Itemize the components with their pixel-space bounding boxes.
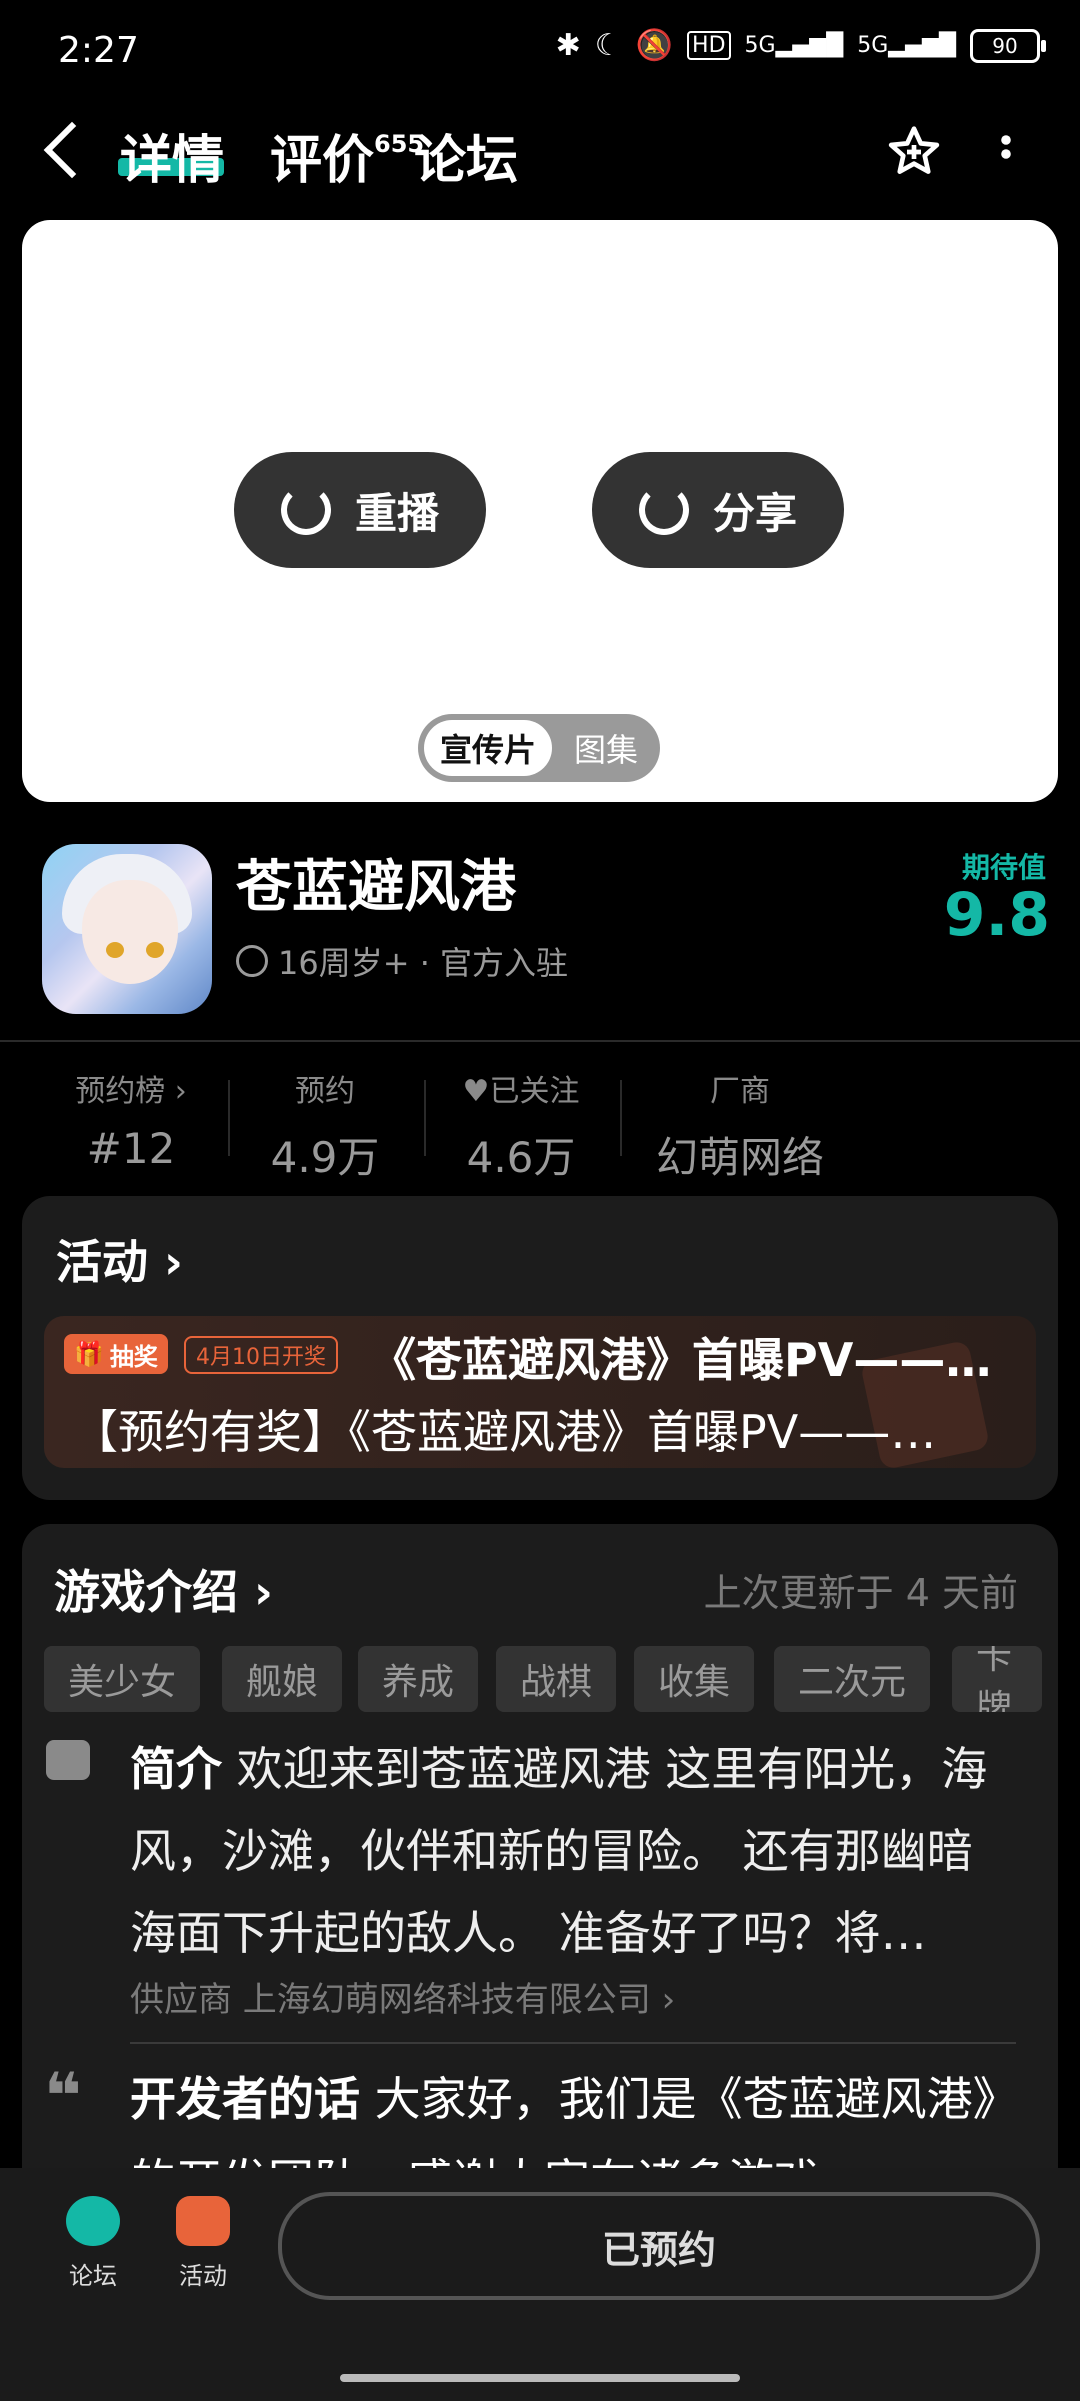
moon-icon: ☾ [594, 28, 622, 63]
activity-nav-button[interactable]: 活动 [158, 2196, 248, 2291]
status-time: 2:27 [58, 30, 139, 71]
stat-label: ♥已关注 [426, 1066, 616, 1110]
summary-label: 简介 [130, 1742, 222, 1796]
summary-body: 欢迎来到苍蓝避风港 这里有阳光，海风，沙滩，伙伴和新的冒险。 还有那幽暗海面下升… [130, 1742, 988, 1960]
favorite-star-icon[interactable] [886, 124, 942, 184]
tag[interactable]: 战棋 [496, 1646, 617, 1712]
supplier-link[interactable]: 供应商 上海幻萌网络科技有限公司 › [130, 1972, 675, 2021]
stat-label: 预约 [295, 1074, 355, 1109]
game-meta: 16周岁+ · 官方入驻 [236, 938, 568, 984]
divider [620, 1080, 622, 1156]
stat-followers: ♥已关注 4.6万 [426, 1066, 616, 1185]
media-segment-control: 宣传片 图集 [418, 714, 660, 782]
quote-icon: ❝ [44, 2060, 82, 2134]
tag[interactable]: 收集 [634, 1646, 755, 1712]
status-icons: ✱ ☾ 🔕 HD 5G▂▄▆█ 5G▂▄▆█ 90 [555, 28, 1046, 63]
divider [0, 1040, 1080, 1042]
segment-trailer[interactable]: 宣传片 [424, 720, 552, 776]
divider [130, 2042, 1016, 2044]
tag[interactable]: 二次元 [774, 1646, 931, 1712]
developer-notes[interactable]: 开发者的话 大家好，我们是《苍蓝避风港》的开发团队，感谢大家在诸多游戏 [130, 2058, 1010, 2168]
gift-icon: 🎁 [74, 1340, 104, 1368]
lottery-badge: 🎁 抽奖 [64, 1334, 168, 1374]
last-updated: 上次更新于 4 天前 [703, 1571, 1018, 1615]
intro-title[interactable]: 游戏介绍 › [54, 1556, 273, 1622]
expectation-score: 9.8 [943, 880, 1050, 950]
game-app-icon [42, 844, 212, 1014]
replay-icon [280, 485, 331, 535]
lottery-badge-label: 抽奖 [109, 1342, 158, 1371]
intro-icon [46, 1740, 90, 1780]
mute-icon: 🔕 [635, 28, 674, 63]
signal-5g-icon: 5G▂▄▆█ [744, 33, 844, 58]
back-icon[interactable] [43, 121, 101, 179]
more-icon[interactable] [998, 134, 1014, 178]
stat-value: 4.9万 [270, 1133, 380, 1182]
game-title: 苍蓝避风港 [236, 855, 516, 920]
stat-value: #12 [86, 1124, 176, 1173]
verified-icon [236, 945, 268, 977]
replay-button[interactable]: 重播 [234, 452, 486, 568]
home-indicator[interactable] [340, 2374, 740, 2382]
stat-reservations: 预约 4.9万 [230, 1066, 420, 1185]
activity-nav-label: 活动 [179, 2262, 227, 2290]
segment-gallery[interactable]: 图集 [552, 725, 660, 771]
forum-nav-label: 论坛 [69, 2262, 117, 2290]
tab-reviews[interactable]: 评价655 [270, 118, 424, 193]
summary-text[interactable]: 简介 欢迎来到苍蓝避风港 这里有阳光，海风，沙滩，伙伴和新的冒险。 还有那幽暗海… [130, 1728, 1010, 1974]
share-icon [638, 485, 689, 535]
reserved-button[interactable]: 已预约 [278, 2192, 1040, 2300]
event-subtitle: 【预约有奖】《苍蓝避风港》首曝PV——… [72, 1405, 937, 1459]
share-label: 分享 [712, 488, 797, 538]
tab-forum[interactable]: 论坛 [414, 118, 518, 193]
stat-label: 厂商 [710, 1074, 770, 1109]
stat-label: 预约榜 › [75, 1074, 187, 1109]
tab-reviews-label: 评价 [270, 131, 375, 191]
replay-label: 重播 [354, 488, 439, 538]
stat-value: 幻萌网络 [655, 1133, 824, 1182]
draw-date-badge: 4月10日开奖 [184, 1336, 338, 1374]
activity-title[interactable]: 活动 › [56, 1226, 183, 1292]
stat-publisher[interactable]: 厂商 幻萌网络 [640, 1066, 840, 1185]
game-meta-text: 16周岁+ · 官方入驻 [278, 944, 569, 982]
forum-nav-button[interactable]: 论坛 [48, 2196, 138, 2291]
heart-icon: ♥ [462, 1074, 490, 1109]
hd-icon: HD [687, 31, 731, 60]
bluetooth-icon: ✱ [555, 28, 581, 63]
tag[interactable]: 舰娘 [222, 1646, 343, 1712]
event-title: 《苍蓝避风港》首曝PV——… [370, 1333, 992, 1387]
stat-label-text: 已关注 [489, 1074, 580, 1109]
forum-icon [66, 2196, 120, 2246]
signal-5g-icon: 5G▂▄▆█ [857, 33, 956, 58]
share-button[interactable]: 分享 [592, 452, 844, 568]
battery-icon: 90 [970, 28, 1046, 63]
tag[interactable]: 卡牌 [952, 1646, 1042, 1712]
gift-icon [176, 2196, 230, 2246]
tab-details[interactable]: 详情 [120, 118, 224, 193]
stat-reserve-rank[interactable]: 预约榜 › #12 [36, 1066, 226, 1173]
developer-notes-label: 开发者的话 [130, 2072, 360, 2126]
tag[interactable]: 养成 [358, 1646, 479, 1712]
tag[interactable]: 美少女 [44, 1646, 201, 1712]
stat-value: 4.6万 [466, 1133, 576, 1182]
